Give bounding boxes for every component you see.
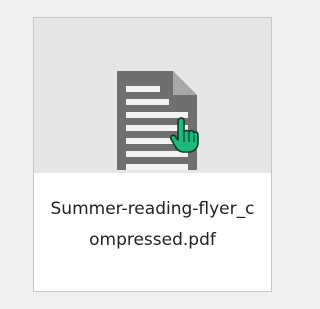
- file-name-label: Summer-reading-flyer_compressed.pdf: [50, 199, 255, 250]
- hand-pointer-icon: [170, 117, 200, 157]
- file-thumbnail[interactable]: [34, 18, 271, 173]
- file-tile[interactable]: Summer-reading-flyer_compressed.pdf: [33, 17, 272, 292]
- file-name-area[interactable]: Summer-reading-flyer_compressed.pdf: [34, 173, 271, 291]
